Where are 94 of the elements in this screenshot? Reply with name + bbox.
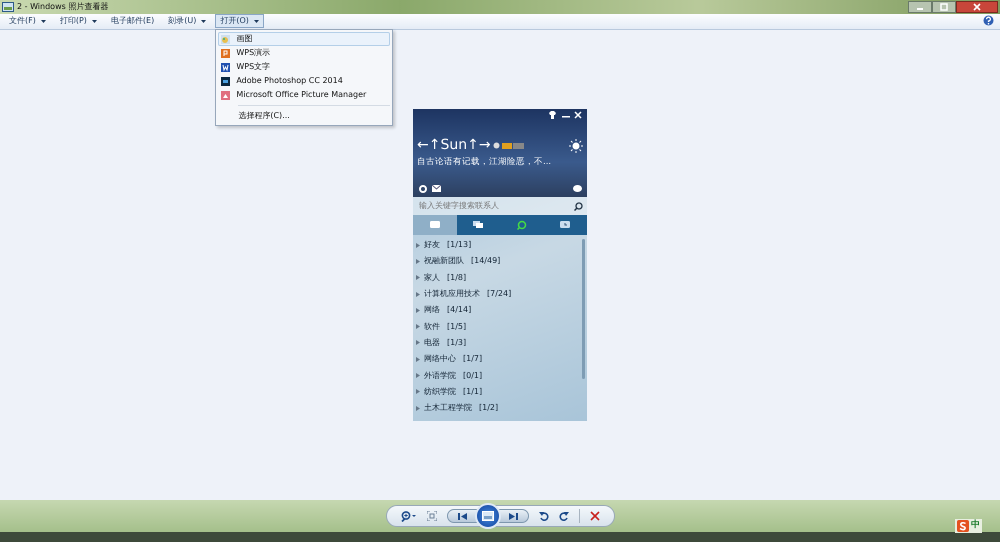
search-circle-icon	[516, 220, 528, 230]
menu-item[interactable]: 文件(F)	[4, 14, 51, 28]
menu-option[interactable]: WPS文字	[218, 60, 390, 74]
group-count: [1/3]	[447, 336, 466, 349]
help-icon[interactable]	[983, 14, 994, 26]
chat-bubble-icon	[573, 185, 582, 193]
caret-icon	[201, 20, 206, 23]
collapsed-arrow-icon[interactable]	[416, 292, 420, 297]
menu-option[interactable]: Adobe Photoshop CC 2014	[218, 74, 390, 88]
contacts-icon	[472, 220, 484, 230]
group-name: 祝融新团队	[424, 255, 464, 268]
menu-item[interactable]: 电子邮件(E)	[106, 14, 160, 28]
collapsed-arrow-icon[interactable]	[416, 406, 420, 411]
close-icon	[574, 111, 582, 119]
group-name: 家人	[424, 272, 440, 284]
level-badge-icon	[502, 142, 524, 148]
collapsed-arrow-icon[interactable]	[416, 275, 420, 280]
zoom-icon	[400, 510, 416, 522]
search-icon	[574, 202, 583, 210]
menu-item[interactable]: 打印(P)	[54, 14, 102, 28]
nickname: ←↑Sun↑→	[417, 136, 491, 155]
minimize-button[interactable]	[908, 1, 932, 13]
maximize-icon	[940, 3, 948, 11]
image-editor-icon	[221, 76, 230, 86]
group-count: [1/7]	[463, 353, 482, 366]
shirt-icon	[548, 111, 557, 119]
menu-option[interactable]: WPS演示	[218, 46, 390, 60]
delete-button[interactable]	[590, 511, 600, 521]
close-icon	[973, 3, 981, 11]
collapsed-arrow-icon[interactable]	[416, 356, 420, 362]
collapsed-arrow-icon[interactable]	[416, 308, 420, 313]
maximize-button[interactable]	[932, 1, 956, 13]
rotate-left-icon	[538, 511, 548, 521]
group-count: [7/24]	[487, 288, 512, 300]
group-count: [1/8]	[447, 272, 466, 284]
picture-icon	[221, 90, 230, 100]
window-title: 2 - Windows 照片查看器	[17, 1, 108, 13]
close-button[interactable]	[956, 1, 998, 13]
rotate-right-button[interactable]	[558, 511, 568, 521]
menu-option[interactable]: 选择程序(C)...	[218, 109, 390, 124]
message-icon	[428, 220, 441, 230]
picture-icon	[482, 511, 494, 521]
weather-sun-icon	[569, 138, 583, 152]
menu-item[interactable]: 打开(O)	[215, 14, 264, 28]
menu-option[interactable]: Microsoft Office Picture Manager	[218, 88, 390, 102]
skip-forward-icon	[508, 512, 518, 520]
group-name: 纺织学院	[424, 386, 456, 398]
group-name: 外语学院	[424, 370, 456, 382]
paint-palette-icon	[221, 34, 230, 44]
presentation-icon	[221, 48, 230, 58]
group-count: [1/5]	[447, 320, 466, 333]
skip-back-icon	[458, 512, 466, 520]
slideshow-button[interactable]	[474, 503, 500, 529]
group-count: [1/1]	[463, 386, 482, 398]
collapsed-arrow-icon[interactable]	[416, 242, 420, 248]
caret-icon	[40, 20, 46, 23]
clock-bubble-icon	[559, 220, 572, 230]
menu-item[interactable]: 刻录(U)	[163, 14, 212, 28]
search-field[interactable]: 输入关键字搜索联系人	[417, 199, 574, 213]
collapsed-arrow-icon[interactable]	[416, 389, 420, 394]
caret-icon	[92, 20, 97, 23]
group-name: 土木工程学院	[424, 402, 472, 414]
photo-viewer-icon	[2, 2, 14, 12]
rotate-right-icon	[558, 511, 568, 521]
mail-icon	[432, 185, 440, 192]
input-method-logo-icon	[957, 520, 969, 532]
group-name: 计算机应用技术	[424, 288, 480, 300]
group-count: [1/13]	[447, 239, 472, 252]
status-icon	[492, 142, 500, 149]
group-count: [14/49]	[471, 255, 500, 268]
collapsed-arrow-icon[interactable]	[416, 258, 420, 264]
caret-icon	[254, 20, 259, 23]
search-field[interactable]: 输入关键字搜索联系人	[413, 197, 587, 215]
gear-icon	[419, 185, 427, 193]
group-name: 网络中心	[424, 353, 456, 366]
group-name: 好友	[424, 239, 440, 252]
rotate-left-button[interactable]	[538, 511, 548, 521]
actual-size-button[interactable]	[426, 511, 436, 521]
document-icon	[221, 62, 230, 72]
zoom-button[interactable]	[400, 510, 416, 522]
group-count: [1/2]	[479, 402, 498, 414]
group-count: [4/14]	[447, 304, 472, 316]
group-name: 软件	[424, 320, 440, 333]
input-language-label[interactable]: 中	[971, 519, 980, 532]
group-name: 电器	[424, 336, 440, 349]
collapsed-arrow-icon[interactable]	[416, 373, 420, 378]
fit-frame-icon	[426, 511, 436, 521]
collapsed-arrow-icon[interactable]	[416, 324, 420, 330]
group-count: [0/1]	[463, 370, 482, 382]
signature-text: 自古论语有记载，江湖险恶，不...	[417, 156, 552, 169]
collapsed-arrow-icon[interactable]	[416, 340, 420, 346]
delete-icon	[590, 511, 600, 521]
group-name: 网络	[424, 304, 440, 316]
menu-option[interactable]: 画图	[218, 32, 390, 46]
